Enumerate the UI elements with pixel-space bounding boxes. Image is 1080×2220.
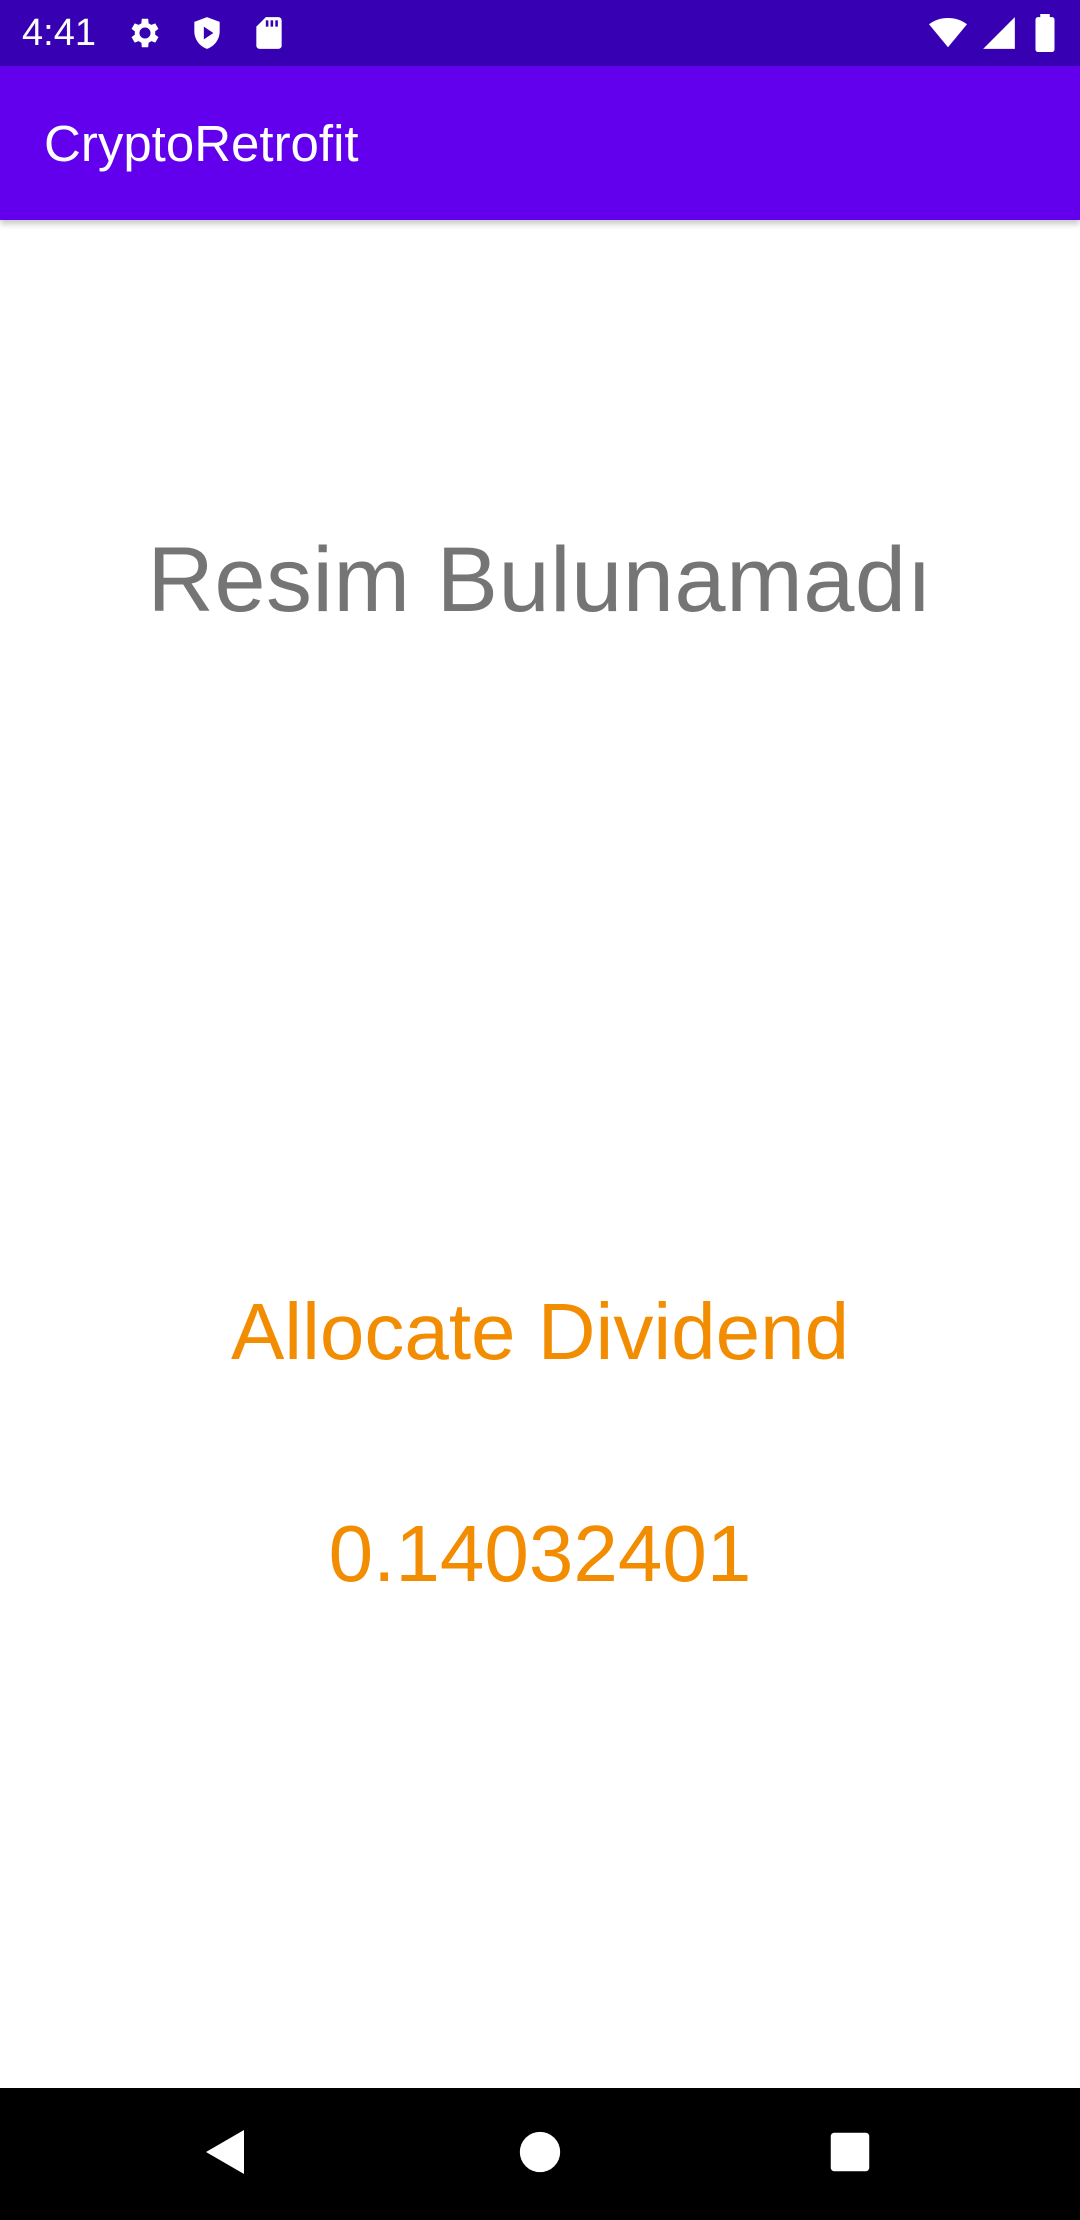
status-left-icons [126,14,288,52]
status-time: 4:41 [22,12,96,54]
app-bar: CryptoRetrofit [0,66,1080,220]
back-icon [202,2126,250,2183]
recents-button[interactable] [814,2118,886,2190]
sd-card-icon [250,14,288,52]
crypto-name: Allocate Dividend [230,1287,850,1376]
home-button[interactable] [504,2118,576,2190]
screen: 4:41 CryptoRetrofit Resim Bulunamadı All… [0,0,1080,2220]
shield-play-icon [188,14,226,52]
back-button[interactable] [190,2118,262,2190]
signal-icon [980,14,1018,52]
status-bar: 4:41 [0,0,1080,66]
app-title: CryptoRetrofit [44,115,359,172]
crypto-price: 0.14032401 [328,1509,752,1598]
crypto-image: Resim Bulunamadı [0,220,1080,1050]
navigation-bar [0,2088,1080,2220]
image-placeholder-text: Resim Bulunamadı [147,528,933,631]
battery-icon [1032,14,1058,53]
status-right-icons [928,14,1058,53]
settings-icon [126,14,164,52]
wifi-icon [928,14,967,52]
recents-icon [829,2131,871,2178]
home-icon [518,2130,562,2179]
